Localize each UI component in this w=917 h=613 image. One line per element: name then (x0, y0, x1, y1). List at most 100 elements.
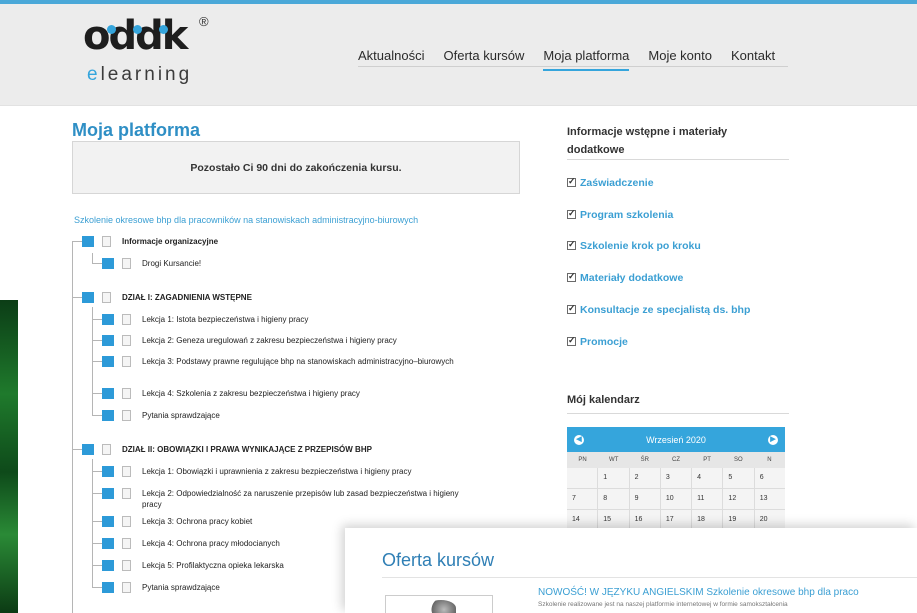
course-news-link[interactable]: NOWOŚĆ! W JĘZYKU ANGIELSKIM Szkolenie ok… (538, 587, 859, 598)
weekday-label: SO (733, 457, 743, 463)
tree-lesson-label: Lekcja 3: Podstawy prawne regulujące bhp… (142, 357, 454, 366)
sidebar-info-title: Informacje wstępne i materiały dodatkowe (567, 126, 728, 156)
document-icon (122, 410, 131, 421)
prev-month-icon[interactable]: ◀ (574, 434, 584, 445)
tree-lesson[interactable]: Drogi Kursancie! (102, 258, 472, 269)
tree-node-square (102, 488, 114, 499)
logo-dot (133, 25, 142, 34)
calendar-day[interactable]: 11 (692, 489, 723, 509)
overlay-rule (382, 577, 917, 578)
calendar-day[interactable]: 3 (660, 468, 692, 488)
document-icon (122, 258, 131, 269)
calendar-day[interactable]: 12 (723, 489, 754, 509)
tree-connector (92, 361, 102, 362)
tree-node-square (102, 538, 114, 549)
tree-node-square (102, 582, 114, 593)
sidebar-link[interactable]: Promocje (567, 335, 628, 348)
next-month-icon[interactable]: ▶ (768, 434, 778, 445)
nav-item-oferta-kursów[interactable]: Oferta kursów (443, 48, 524, 71)
calendar-grid: 1 2 3 4 5 6 7 8 9 10 11 12 13 14 15 16 17 18 19 20 (567, 468, 785, 530)
tree-connector (92, 587, 102, 588)
tree-connector (92, 521, 102, 522)
calendar-day[interactable]: 2 (629, 468, 660, 488)
calendar-day[interactable]: 14 (567, 510, 598, 530)
checkbox-icon (567, 208, 576, 219)
sidebar-link[interactable]: Program szkolenia (567, 208, 673, 221)
overlay-title: Oferta kursów (382, 550, 495, 570)
tree-connector (92, 340, 102, 341)
sidebar-link-label: Zaświadczenie (580, 177, 654, 189)
page-title: Moja platforma (72, 120, 201, 140)
sidebar-link[interactable]: Materiały dodatkowe (567, 271, 684, 284)
document-icon (122, 582, 131, 593)
document-icon (122, 335, 131, 346)
tree-connector (92, 253, 93, 263)
tree-connector (92, 543, 102, 544)
calendar-day[interactable]: 7 (567, 489, 598, 509)
registered-mark: ® (199, 14, 209, 29)
sidebar-link[interactable]: Szkolenie krok po kroku (567, 239, 701, 252)
tree-lesson[interactable]: Pytania sprawdzające (102, 410, 472, 421)
checkbox-icon (567, 176, 576, 187)
calendar-day[interactable]: 15 (598, 510, 629, 530)
document-icon (122, 516, 131, 527)
calendar-day[interactable]: 6 (754, 468, 785, 488)
nav-item-aktualności[interactable]: Aktualności (358, 48, 424, 71)
tree-connector (92, 393, 102, 394)
calendar-day[interactable]: 1 (598, 468, 629, 488)
calendar-title: Mój kalendarz (567, 394, 640, 406)
calendar-day[interactable]: 20 (754, 510, 785, 530)
tree-node-square (102, 466, 114, 477)
tree-node-square (82, 292, 94, 303)
logo[interactable]: oddk ® elearning (83, 14, 213, 92)
nav-item-moja-platforma[interactable]: Moja platforma (543, 48, 630, 71)
sidebar-link[interactable]: Konsultacje ze specjalistą ds. bhp (567, 303, 750, 316)
weekday-label: ŚR (640, 457, 650, 463)
tree-section[interactable]: Informacje organizacyjne (82, 236, 472, 247)
sidebar-link-label: Materiały dodatkowe (580, 272, 684, 284)
calendar-day[interactable]: 9 (629, 489, 660, 509)
tree-connector (92, 565, 102, 566)
tree-lesson[interactable]: Lekcja 2: Geneza uregulowań z zakresu be… (102, 335, 472, 346)
calendar-day[interactable]: 10 (660, 489, 692, 509)
tree-node-square (102, 314, 114, 325)
tree-section-label: DZIAŁ I: ZAGADNIENIA WSTĘPNE (122, 293, 252, 302)
nav-item-kontakt[interactable]: Kontakt (731, 48, 775, 71)
tree-lesson[interactable]: Lekcja 2: Odpowiedzialność za naruszenie… (102, 488, 472, 510)
calendar-day[interactable]: 18 (692, 510, 723, 530)
calendar-day[interactable]: 17 (660, 510, 692, 530)
logo-subtitle: elearning (87, 64, 193, 85)
sidebar-link-label: Szkolenie krok po kroku (580, 240, 701, 252)
tree-lesson[interactable]: Lekcja 1: Istota bezpieczeństwa i higien… (102, 314, 472, 325)
tree-lesson[interactable]: Lekcja 4: Szkolenia z zakresu bezpieczeń… (102, 388, 472, 399)
main-nav: Aktualności Oferta kursów Moja platforma Mo… (358, 48, 794, 71)
thumbnail-shape (426, 600, 456, 613)
tree-connector (92, 471, 102, 472)
checkbox-icon (567, 239, 576, 250)
document-icon (122, 388, 131, 399)
tree-lesson-label: Pytania sprawdzające (142, 411, 220, 420)
calendar-weekdays: PN WT ŚR CZ PT SO N (567, 452, 785, 468)
tree-lesson[interactable]: Lekcja 3: Podstawy prawne regulujące bhp… (102, 356, 472, 367)
course-offer-overlay: Oferta kursów NOWOŚĆ! W JĘZYKU ANGIELSKI… (345, 528, 917, 613)
tree-section[interactable]: DZIAŁ II: OBOWIĄZKI I PRAWA WYNIKAJĄCE Z… (82, 444, 472, 455)
tree-lesson-label: Lekcja 2: Odpowiedzialność za naruszenie… (142, 489, 459, 509)
calendar-day[interactable]: 19 (723, 510, 754, 530)
document-icon (122, 314, 131, 325)
calendar-day[interactable]: 5 (723, 468, 754, 488)
calendar-day[interactable]: 4 (692, 468, 723, 488)
document-icon (102, 236, 111, 247)
tree-section[interactable]: DZIAŁ I: ZAGADNIENIA WSTĘPNE (82, 292, 472, 303)
tree-lesson[interactable]: Lekcja 3: Ochrona pracy kobiet (102, 516, 472, 527)
tree-lesson[interactable]: Lekcja 1: Obowiązki i uprawnienia z zakr… (102, 466, 472, 477)
document-icon (122, 466, 131, 477)
calendar-day[interactable]: 16 (629, 510, 660, 530)
course-title-link[interactable]: Szkolenie okresowe bhp dla pracowników n… (74, 215, 418, 225)
nav-item-moje-konto[interactable]: Moje konto (648, 48, 712, 71)
calendar-day[interactable]: 13 (754, 489, 785, 509)
tree-connector (92, 415, 102, 416)
sidebar-link[interactable]: Zaświadczenie (567, 176, 654, 189)
calendar-day[interactable]: 8 (598, 489, 629, 509)
course-thumbnail[interactable] (385, 595, 493, 613)
course-news-description: Szkolenie realizowane jest na naszej pla… (538, 601, 788, 608)
